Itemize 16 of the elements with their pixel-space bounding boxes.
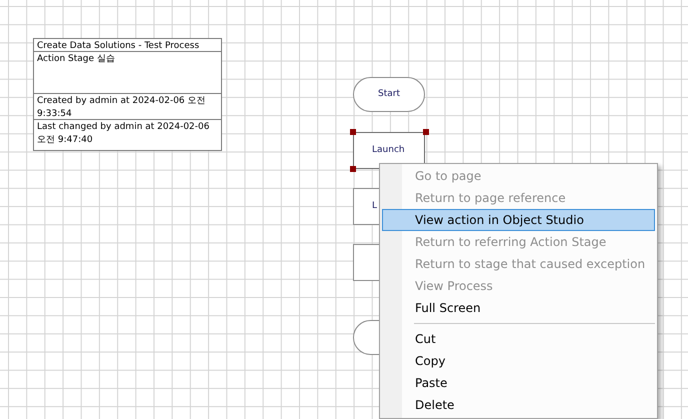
menu-item[interactable]: Delete bbox=[382, 394, 655, 416]
selection-handle bbox=[350, 166, 356, 172]
menu-item[interactable]: Paste bbox=[382, 372, 655, 394]
process-description: Action Stage 실습 bbox=[37, 54, 115, 64]
menu-item[interactable]: Full Screen bbox=[382, 297, 655, 319]
selection-handle bbox=[423, 129, 429, 135]
changed-info: Last changed by admin at 2024-02-06 오전 9:47:40 bbox=[37, 122, 210, 144]
stage-label: Launch bbox=[372, 144, 405, 157]
menu-item[interactable]: Copy bbox=[382, 350, 655, 372]
selection-handle bbox=[350, 129, 356, 135]
created-info: Created by admin at 2024-02-06 오전 9:33:54 bbox=[37, 96, 206, 118]
stage-label: L bbox=[372, 200, 378, 213]
stage-label: Start bbox=[378, 88, 400, 101]
process-title: Create Data Solutions - Test Process bbox=[37, 41, 200, 51]
menu-item[interactable]: Cut bbox=[382, 328, 655, 350]
menu-item[interactable]: View action in Object Studio bbox=[382, 209, 655, 231]
